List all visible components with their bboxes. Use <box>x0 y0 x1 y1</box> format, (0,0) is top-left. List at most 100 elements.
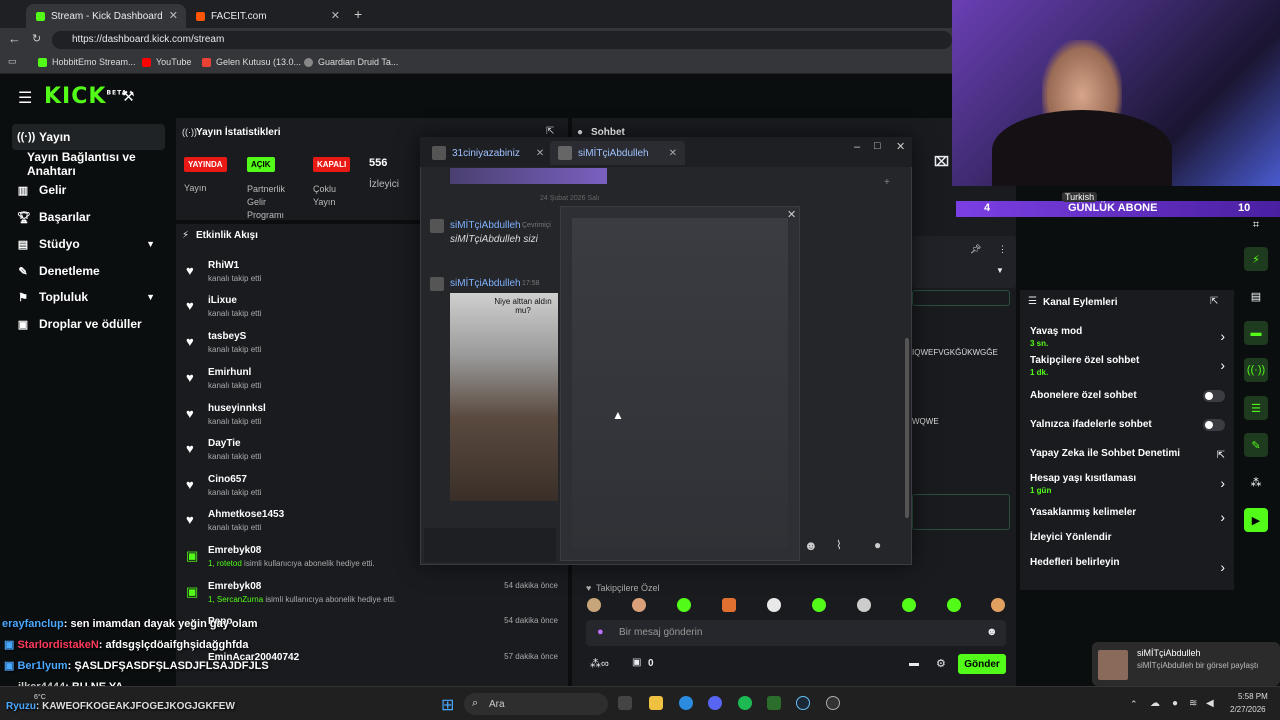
action-host[interactable]: İzleyici Yönlendir <box>1030 532 1225 560</box>
menu-icon[interactable]: ☰ <box>18 88 32 108</box>
activity-user[interactable]: Emirhunl <box>208 367 251 378</box>
sidebar-item-gelir[interactable]: ▥ Gelir <box>12 177 165 203</box>
sidebar-item-droplar[interactable]: ▣ Droplar ve ödüller <box>12 311 165 337</box>
sidebar-item-topluluk[interactable]: ⚑ Topluluk ▼ <box>12 284 165 310</box>
attach-icon[interactable]: ⌇ <box>836 538 842 552</box>
bookmark-item[interactable]: HobbitEmo Stream... <box>38 57 136 67</box>
emote[interactable] <box>857 598 871 612</box>
taskbar-search[interactable] <box>464 693 608 715</box>
bookmark-item[interactable]: Guardian Druid Ta... <box>304 57 398 67</box>
add-icon[interactable]: + <box>884 177 890 188</box>
url-input[interactable]: https://dashboard.kick.com/stream <box>52 31 952 49</box>
action-banned-words[interactable]: Yasaklanmış kelimeler › <box>1030 507 1225 535</box>
chat-bubble-icon[interactable]: ▬ <box>909 658 919 669</box>
activity-user[interactable]: RhiW1 <box>208 260 239 271</box>
clip-button[interactable]: ▶ <box>1244 508 1268 532</box>
windows-start-icon[interactable]: ⊞ <box>441 695 454 715</box>
tray-chevron-icon[interactable]: ⌃ <box>1130 699 1138 710</box>
popout-icon[interactable]: ⇱ <box>1210 296 1218 307</box>
queue-button[interactable]: ☰ <box>1244 396 1268 420</box>
bolt-button[interactable]: ⚡︎ <box>1244 247 1268 271</box>
new-tab-icon[interactable]: + <box>354 6 362 22</box>
action-account-age[interactable]: Hesap yaşı kısıtlaması 1 gün › <box>1030 473 1225 501</box>
points-icon[interactable]: ⁂∞ <box>590 657 609 670</box>
sidebar-item-basarilar[interactable]: 🏆︎ Başarılar <box>12 204 165 230</box>
close-icon[interactable]: ✕ <box>669 148 677 159</box>
folder-icon[interactable] <box>649 696 663 710</box>
volume-icon[interactable]: ◀ <box>1206 698 1214 709</box>
activity-user[interactable]: Emrebyk08 <box>208 545 261 556</box>
activity-user[interactable]: huseyinnksl <box>208 403 266 414</box>
sidebar-item-denetleme[interactable]: ✎ Denetleme <box>12 258 165 284</box>
image-preview[interactable] <box>572 218 788 548</box>
activity-user[interactable]: DayTie <box>208 438 241 449</box>
sidebar-item-studyo[interactable]: ▤ Stüdyo ▼ <box>12 231 165 257</box>
reload-icon[interactable]: ↻ <box>32 32 41 45</box>
popout-icon[interactable]: ⇱ <box>546 126 554 137</box>
close-icon[interactable]: ⌧ <box>934 154 949 170</box>
minimize-icon[interactable]: – <box>854 141 860 153</box>
chevron-down-icon[interactable]: ▼ <box>996 266 1004 275</box>
action-slow-mode[interactable]: Yavaş mod 3 sn. › <box>1030 326 1225 354</box>
emoji-icon[interactable]: ☻ <box>804 538 818 553</box>
document-icon[interactable]: ▤ <box>1244 284 1268 308</box>
steam-icon[interactable] <box>796 696 810 710</box>
close-icon[interactable]: ✕ <box>331 9 340 22</box>
activity-user[interactable]: iLixue <box>208 295 237 306</box>
emote[interactable] <box>947 598 961 612</box>
kick-logo[interactable]: KICKBETA <box>44 84 127 109</box>
close-icon[interactable]: ✕ <box>787 208 796 221</box>
clock-time[interactable]: 5:58 PM <box>1238 692 1268 701</box>
mic-icon[interactable]: ● <box>597 626 604 638</box>
emote[interactable] <box>767 598 781 612</box>
popup-tab[interactable]: siMİTçiAbdulleh ✕ <box>550 141 685 165</box>
shared-image[interactable] <box>450 168 607 184</box>
action-subs-only[interactable]: Abonelere özel sohbet <box>1030 390 1225 418</box>
emote[interactable] <box>812 598 826 612</box>
discord-icon[interactable] <box>708 696 722 710</box>
send-button[interactable]: Gönder <box>958 654 1006 674</box>
message-user[interactable]: siMİTçiAbdulleh <box>450 278 521 289</box>
gear-icon[interactable]: ⚙ <box>936 657 946 670</box>
edge-icon[interactable] <box>679 696 693 710</box>
emote[interactable] <box>902 598 916 612</box>
bookmark-item[interactable]: Gelen Kutusu (13.0... <box>202 57 301 67</box>
scrollbar[interactable] <box>905 338 909 518</box>
wrench-button[interactable]: ✎ <box>1244 433 1268 457</box>
more-icon[interactable]: ⋮ <box>998 244 1007 255</box>
action-goals[interactable]: Hedefleri belirleyin › <box>1030 557 1225 585</box>
taskview-icon[interactable] <box>618 696 632 710</box>
obs-icon[interactable] <box>826 696 840 710</box>
share-icon[interactable]: ⁂ <box>1244 470 1268 494</box>
maximize-icon[interactable]: □ <box>874 140 881 152</box>
back-icon[interactable]: ← <box>8 31 21 46</box>
chat-button[interactable]: ▬ <box>1244 321 1268 345</box>
action-emotes-only[interactable]: Yalnızca ifadelerle sohbet <box>1030 419 1225 447</box>
cloud-icon[interactable]: ☁ <box>1150 698 1160 709</box>
activity-user[interactable]: Cino657 <box>208 474 247 485</box>
activity-user[interactable]: tasbeyS <box>208 331 246 342</box>
close-icon[interactable]: ✕ <box>536 148 544 159</box>
browser-tab-faceit[interactable]: FACEIT.com ✕ <box>186 4 348 28</box>
toggle-switch[interactable] <box>1203 419 1225 431</box>
clock-date[interactable]: 2/27/2026 <box>1230 705 1266 714</box>
pin-icon[interactable]: 📌︎ <box>970 244 981 255</box>
activity-user[interactable]: Emrebyk08 <box>208 581 261 592</box>
shared-photo[interactable] <box>450 293 558 501</box>
broadcast-button[interactable]: ((·)) <box>1244 358 1268 382</box>
wifi-icon[interactable]: ≋ <box>1189 698 1197 709</box>
mic-icon[interactable]: ● <box>874 538 881 552</box>
sidebar-item-yayin[interactable]: ((·)) Yayın <box>12 124 165 150</box>
popup-input[interactable] <box>424 528 556 562</box>
xbox-icon[interactable] <box>767 696 781 710</box>
bookmark-item[interactable]: YouTube <box>142 57 191 67</box>
toggle-switch[interactable] <box>1203 390 1225 402</box>
mic-icon[interactable]: ● <box>1172 698 1178 709</box>
hammer-icon[interactable]: ⚒ <box>122 88 135 105</box>
close-icon[interactable]: ✕ <box>896 140 905 153</box>
spotify-icon[interactable] <box>738 696 752 710</box>
sidebar-item-stream-key[interactable]: Yayın Bağlantısı ve Anahtarı <box>22 150 175 178</box>
emote[interactable] <box>632 598 646 612</box>
popup-tab[interactable]: 31ciniyazabiniz ✕ <box>424 141 552 165</box>
emote[interactable] <box>722 598 736 612</box>
